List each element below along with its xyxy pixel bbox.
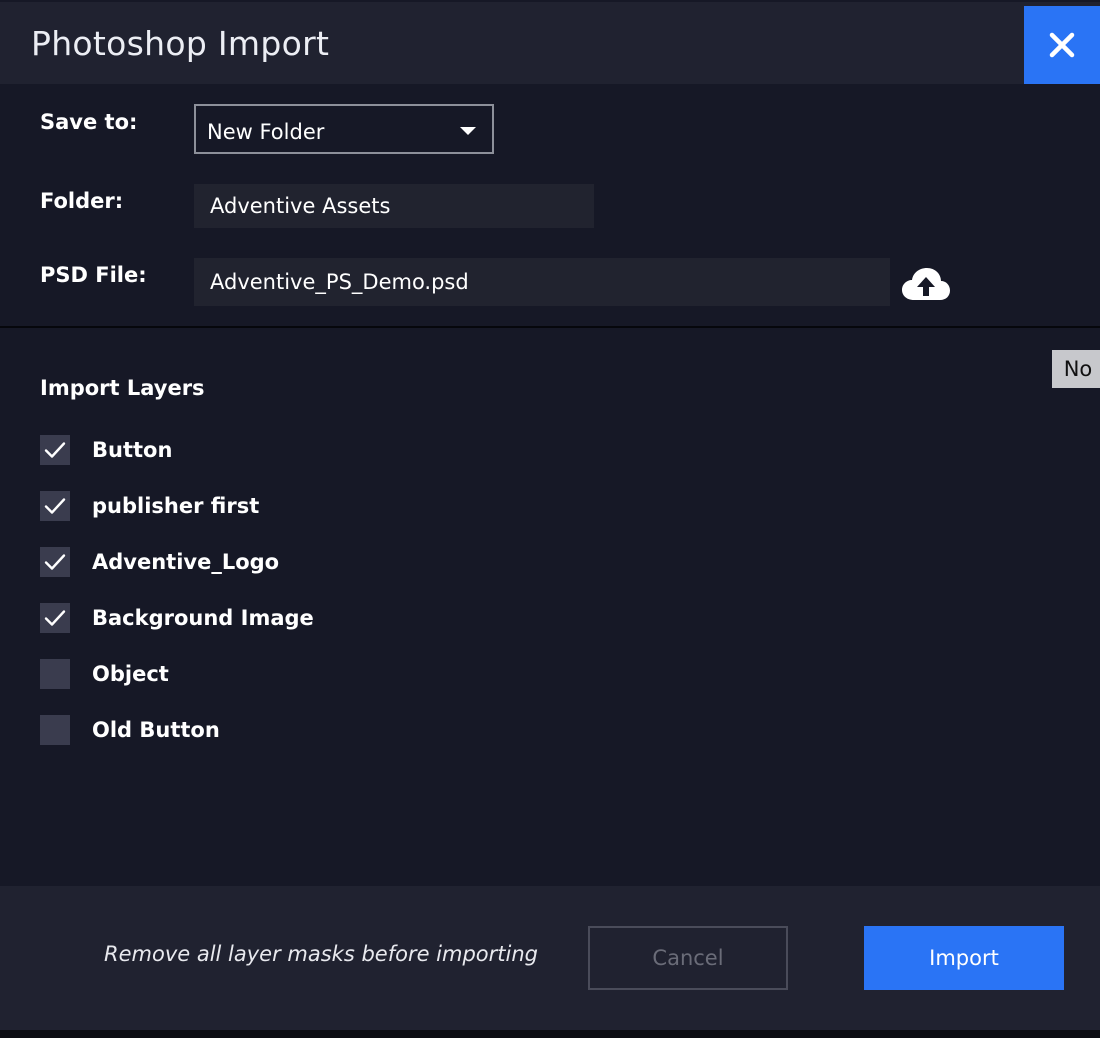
checkbox-unchecked[interactable]: [40, 715, 70, 745]
layer-item[interactable]: Old Button: [40, 714, 220, 746]
layer-label: Adventive_Logo: [92, 550, 280, 574]
import-layers-title: Import Layers: [40, 376, 205, 400]
chevron-down-icon: [460, 127, 476, 135]
save-to-select[interactable]: New Folder: [194, 104, 494, 154]
bottom-edge: [0, 1030, 1100, 1038]
checkmark-icon: [44, 610, 66, 626]
checkbox-checked[interactable]: [40, 491, 70, 521]
psd-file-field-container: [194, 258, 890, 306]
checkbox-checked[interactable]: [40, 603, 70, 633]
layer-item[interactable]: Background Image: [40, 602, 314, 634]
layer-label: publisher first: [92, 494, 260, 518]
checkmark-icon: [44, 554, 66, 570]
layer-label: Old Button: [92, 718, 220, 742]
close-button[interactable]: [1024, 6, 1100, 84]
dialog-titlebar: Photoshop Import: [0, 0, 1100, 84]
checkbox-checked[interactable]: [40, 435, 70, 465]
layer-label: Background Image: [92, 606, 314, 630]
layer-item[interactable]: publisher first: [40, 490, 259, 522]
psd-file-label: PSD File:: [40, 263, 147, 287]
dialog-title: Photoshop Import: [31, 24, 330, 63]
import-button[interactable]: Import: [864, 926, 1064, 990]
folder-input[interactable]: [194, 184, 594, 228]
folder-label: Folder:: [40, 189, 124, 213]
cancel-button[interactable]: Cancel: [588, 926, 788, 990]
folder-field-container: [194, 184, 594, 228]
layer-item[interactable]: Object: [40, 658, 169, 690]
cloud-upload-icon: [902, 268, 950, 300]
checkmark-icon: [44, 442, 66, 458]
upload-button[interactable]: [900, 266, 952, 304]
layer-label: Object: [92, 662, 169, 686]
psd-file-input[interactable]: [194, 258, 890, 306]
side-tab-no[interactable]: No: [1052, 350, 1100, 388]
layer-mask-note: Remove all layer masks before importing: [104, 942, 538, 966]
save-to-value: New Folder: [207, 120, 325, 144]
layer-item[interactable]: Button: [40, 434, 172, 466]
checkmark-icon: [44, 498, 66, 514]
save-to-label: Save to:: [40, 110, 138, 134]
checkbox-unchecked[interactable]: [40, 659, 70, 689]
layer-label: Button: [92, 438, 173, 462]
section-divider: [0, 326, 1100, 328]
close-icon: [1049, 32, 1075, 58]
layer-item[interactable]: Adventive_Logo: [40, 546, 279, 578]
checkbox-checked[interactable]: [40, 547, 70, 577]
